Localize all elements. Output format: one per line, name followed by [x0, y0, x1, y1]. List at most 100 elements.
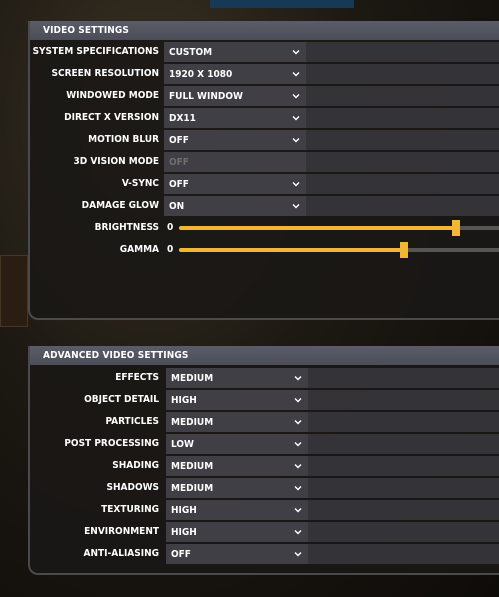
- setting-row-fill: [308, 390, 499, 410]
- setting-row-object-detail: OBJECT DETAIL HIGH: [30, 390, 499, 410]
- screen-resolution-dropdown[interactable]: 1920 X 1080: [164, 64, 306, 84]
- setting-label-3d-vision-mode: 3D VISION MODE: [73, 156, 159, 167]
- setting-label-windowed-mode: WINDOWED MODE: [66, 90, 159, 101]
- setting-row-damage-glow: DAMAGE GLOW ON: [30, 196, 499, 216]
- setting-row-fill: [308, 478, 499, 498]
- gamma-slider[interactable]: [179, 242, 499, 258]
- v-sync-dropdown[interactable]: OFF: [164, 174, 306, 194]
- brightness-slider-handle[interactable]: [451, 220, 460, 236]
- setting-row-screen-resolution: SCREEN RESOLUTION 1920 X 1080: [30, 64, 499, 84]
- setting-row-fill: [306, 64, 499, 84]
- setting-row-system-specifications: SYSTEM SPECIFICATIONS CUSTOM: [30, 42, 499, 62]
- setting-row-fill: [308, 500, 499, 520]
- brightness-value: 0: [167, 222, 174, 233]
- dropdown-value: OFF: [169, 135, 189, 146]
- setting-label-shadows: SHADOWS: [106, 482, 160, 493]
- dropdown-value: HIGH: [171, 505, 197, 516]
- chevron-down-icon: [294, 530, 302, 535]
- anti-aliasing-dropdown[interactable]: OFF: [166, 544, 308, 564]
- chevron-down-icon: [292, 182, 300, 187]
- damage-glow-dropdown[interactable]: ON: [164, 196, 306, 216]
- dropdown-value: CUSTOM: [169, 47, 213, 58]
- setting-row-fill: [306, 42, 499, 62]
- setting-label-effects: EFFECTS: [115, 372, 159, 383]
- setting-label-damage-glow: DAMAGE GLOW: [81, 200, 159, 211]
- setting-row-fill: [306, 86, 499, 106]
- setting-row-shadows: SHADOWS MEDIUM: [30, 478, 499, 498]
- video-settings-header: VIDEO SETTINGS: [30, 21, 499, 40]
- setting-row-gamma: GAMMA 0: [30, 240, 499, 260]
- dropdown-value: HIGH: [171, 527, 197, 538]
- setting-label-gamma: GAMMA: [119, 244, 159, 255]
- setting-row-post-processing: POST PROCESSING LOW: [30, 434, 499, 454]
- windowed-mode-dropdown[interactable]: FULL WINDOW: [164, 86, 306, 106]
- texturing-dropdown[interactable]: HIGH: [166, 500, 308, 520]
- setting-label-particles: PARTICLES: [105, 416, 159, 427]
- setting-row-particles: PARTICLES MEDIUM: [30, 412, 499, 432]
- setting-row-fill: [308, 456, 499, 476]
- effects-dropdown[interactable]: MEDIUM: [166, 368, 308, 388]
- direct-x-version-dropdown[interactable]: DX11: [164, 108, 306, 128]
- background-scene-accent: [210, 0, 354, 8]
- dropdown-value: 1920 X 1080: [169, 69, 233, 80]
- chevron-down-icon: [292, 50, 300, 55]
- post-processing-dropdown[interactable]: LOW: [166, 434, 308, 454]
- dropdown-value: MEDIUM: [171, 373, 214, 384]
- setting-label-system-specifications: SYSTEM SPECIFICATIONS: [32, 46, 159, 57]
- setting-label-anti-aliasing: ANTI-ALIASING: [83, 548, 159, 559]
- motion-blur-dropdown[interactable]: OFF: [164, 130, 306, 150]
- chevron-down-icon: [294, 486, 302, 491]
- video-settings-panel: VIDEO SETTINGS SYSTEM SPECIFICATIONS CUST…: [28, 21, 499, 320]
- setting-row-fill: [306, 174, 499, 194]
- setting-row-effects: EFFECTS MEDIUM: [30, 368, 499, 388]
- setting-row-environment: ENVIRONMENT HIGH: [30, 522, 499, 542]
- shading-dropdown[interactable]: MEDIUM: [166, 456, 308, 476]
- chevron-down-icon: [294, 420, 302, 425]
- advanced-video-settings-header: ADVANCED VIDEO SETTINGS: [30, 346, 499, 365]
- chevron-down-icon: [294, 442, 302, 447]
- particles-dropdown[interactable]: MEDIUM: [166, 412, 308, 432]
- system-specifications-dropdown[interactable]: CUSTOM: [164, 42, 306, 62]
- chevron-down-icon: [292, 94, 300, 99]
- setting-row-fill: [308, 412, 499, 432]
- setting-row-fill: [308, 434, 499, 454]
- setting-row-fill: [306, 108, 499, 128]
- dropdown-value: FULL WINDOW: [169, 91, 243, 102]
- setting-row-texturing: TEXTURING HIGH: [30, 500, 499, 520]
- setting-row-motion-blur: MOTION BLUR OFF: [30, 130, 499, 150]
- setting-row-fill: [308, 368, 499, 388]
- chevron-down-icon: [292, 116, 300, 121]
- gamma-slider-fill: [179, 248, 405, 252]
- setting-row-direct-x-version: DIRECT X VERSION DX11: [30, 108, 499, 128]
- setting-label-texturing: TEXTURING: [101, 504, 159, 515]
- setting-label-shading: SHADING: [112, 460, 159, 471]
- brightness-slider[interactable]: [179, 220, 499, 236]
- 3d-vision-mode-dropdown: OFF: [164, 152, 306, 172]
- setting-row-fill: [306, 152, 499, 172]
- environment-dropdown[interactable]: HIGH: [166, 522, 308, 542]
- setting-label-screen-resolution: SCREEN RESOLUTION: [51, 68, 159, 79]
- setting-label-object-detail: OBJECT DETAIL: [84, 394, 159, 405]
- dropdown-value: ON: [169, 201, 185, 212]
- setting-row-fill: [308, 544, 499, 564]
- setting-row-shading: SHADING MEDIUM: [30, 456, 499, 476]
- setting-row-fill: [306, 130, 499, 150]
- object-detail-dropdown[interactable]: HIGH: [166, 390, 308, 410]
- gamma-value: 0: [167, 244, 174, 255]
- setting-row-anti-aliasing: ANTI-ALIASING OFF: [30, 544, 499, 564]
- dropdown-value: MEDIUM: [171, 483, 214, 494]
- background-scene-sign: [0, 255, 28, 327]
- gamma-slider-handle[interactable]: [400, 242, 409, 258]
- dropdown-value: OFF: [171, 549, 191, 560]
- chevron-down-icon: [294, 464, 302, 469]
- shadows-dropdown[interactable]: MEDIUM: [166, 478, 308, 498]
- setting-row-fill: [308, 522, 499, 542]
- chevron-down-icon: [292, 138, 300, 143]
- dropdown-value: DX11: [169, 113, 196, 124]
- dropdown-value: OFF: [169, 179, 189, 190]
- brightness-slider-fill: [179, 226, 456, 230]
- chevron-down-icon: [294, 552, 302, 557]
- setting-label-post-processing: POST PROCESSING: [64, 438, 159, 449]
- setting-row-brightness: BRIGHTNESS 0: [30, 218, 499, 238]
- setting-row-fill: [306, 196, 499, 216]
